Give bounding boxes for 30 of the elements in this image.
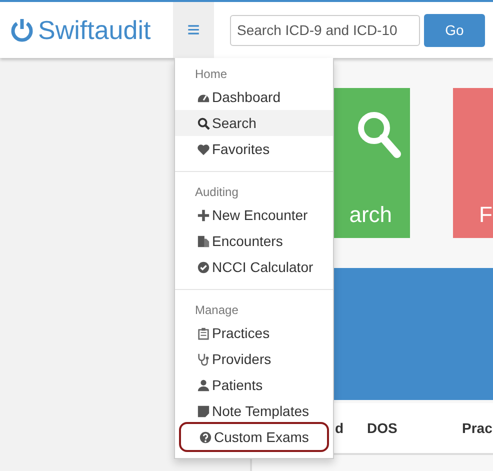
menu-heading: Home [194, 66, 228, 83]
menu-icon [197, 378, 210, 392]
menu-item[interactable]: Note Templates [175, 398, 333, 424]
tile-label: arch [349, 202, 393, 228]
menu-item[interactable]: Providers [175, 346, 333, 372]
menu-item[interactable]: NCCI Calculator [175, 254, 333, 280]
tile-label: F [478, 202, 492, 228]
menu-icon [197, 208, 210, 222]
menu-icon [199, 430, 212, 444]
menu-icon [197, 142, 210, 156]
menu-icon [197, 234, 210, 248]
column-header: d [335, 420, 344, 436]
column-header: Prac [462, 420, 492, 436]
app-logo[interactable]: Swiftaudit [38, 14, 151, 46]
menu-heading: Auditing [194, 184, 240, 201]
menu-icon [197, 326, 210, 340]
menu-item[interactable]: Patients [175, 372, 333, 398]
menu-item[interactable]: Search [175, 110, 333, 136]
search-field[interactable]: Search ICD-9 and ICD-10 [230, 14, 420, 46]
menu-icon [197, 352, 210, 366]
menu-item[interactable]: Custom Exams [179, 422, 329, 452]
menu-item[interactable]: Practices [175, 320, 333, 346]
menu-heading: Manage [194, 302, 240, 319]
menu-icon [197, 116, 210, 130]
power-icon [10, 18, 34, 42]
column-header: DOS [367, 420, 398, 436]
search-icon [358, 110, 402, 160]
menu-icon [197, 260, 210, 274]
menu-icon [197, 404, 210, 418]
go-button[interactable]: Go [424, 14, 485, 46]
